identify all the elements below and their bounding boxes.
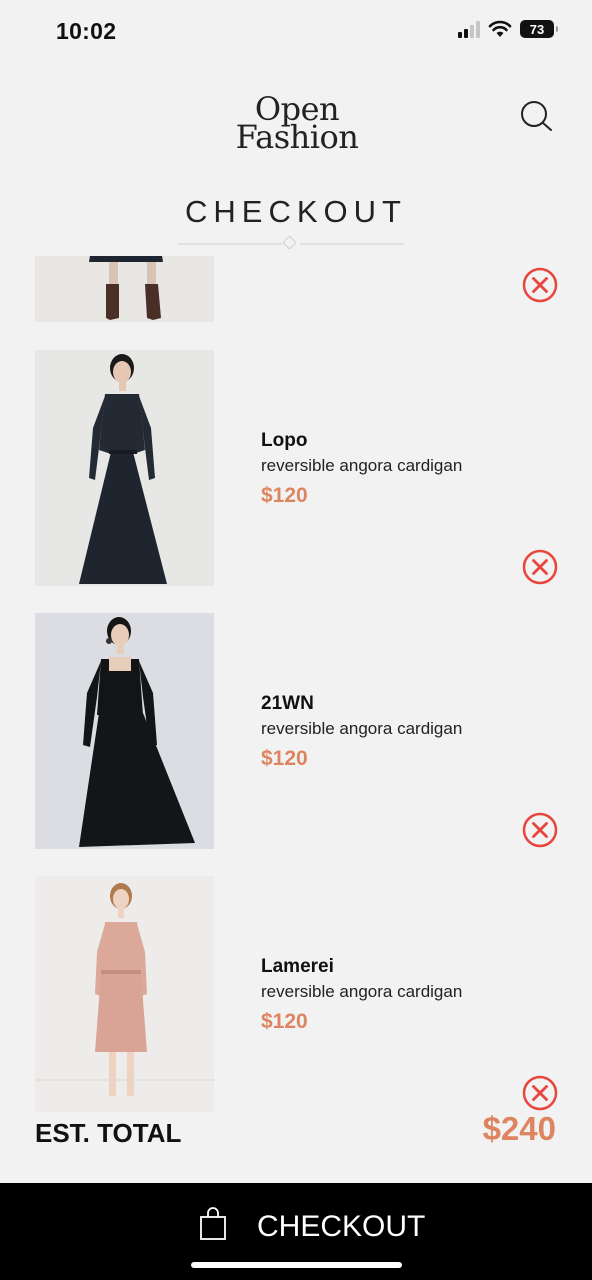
item-info: Lopo reversible angora cardigan $120: [261, 430, 462, 508]
logo-line-2: Fashion: [235, 118, 359, 156]
status-time: 10:02: [56, 18, 117, 44]
product-photo[interactable]: [35, 256, 214, 322]
remove-item-icon[interactable]: [521, 811, 559, 849]
estimated-total-value: $240: [482, 1110, 556, 1147]
checkout-button[interactable]: CHECKOUT: [0, 1183, 592, 1280]
item-brand: 21WN: [261, 693, 314, 714]
product-photo[interactable]: [35, 350, 214, 586]
estimated-total-label: EST. TOTAL: [35, 1118, 182, 1148]
cart-list[interactable]: Lopo reversible angora cardigan $120 21W…: [0, 256, 592, 1114]
item-price: $120: [261, 484, 308, 507]
remove-item-icon[interactable]: [521, 266, 559, 304]
battery-level: 73: [529, 21, 545, 37]
app-logo[interactable]: Open Fashion: [222, 93, 372, 156]
item-price: $120: [261, 1010, 308, 1033]
checkout-button-label: CHECKOUT: [257, 1210, 426, 1243]
cart-item[interactable]: Lamerei reversible angora cardigan $120: [0, 876, 592, 1112]
battery-icon: 73: [520, 20, 558, 38]
page-title: CHECKOUT: [185, 194, 407, 229]
product-photo[interactable]: [35, 613, 214, 849]
shopping-bag-icon: [200, 1207, 226, 1240]
cellular-signal-icon: [458, 20, 480, 38]
item-info: 21WN reversible angora cardigan $120: [261, 693, 462, 771]
product-photo[interactable]: [35, 876, 214, 1112]
status-bar: 10:02 73: [0, 0, 592, 70]
item-brand: Lamerei: [261, 956, 334, 977]
cart-item[interactable]: 21WN reversible angora cardigan $120: [0, 613, 592, 849]
item-brand: Lopo: [261, 430, 308, 451]
cart-item[interactable]: [0, 256, 592, 322]
title-divider: [178, 236, 404, 250]
search-icon[interactable]: [518, 98, 554, 134]
status-icons: 73: [458, 20, 558, 38]
remove-item-icon[interactable]: [521, 1074, 559, 1112]
item-description: reversible angora cardigan: [261, 982, 463, 1001]
item-description: reversible angora cardigan: [261, 719, 463, 738]
item-description: reversible angora cardigan: [261, 456, 463, 475]
item-price: $120: [261, 747, 308, 770]
home-indicator: [191, 1262, 402, 1268]
remove-item-icon[interactable]: [521, 548, 559, 586]
cart-item[interactable]: Lopo reversible angora cardigan $120: [0, 350, 592, 586]
item-info: Lamerei reversible angora cardigan $120: [261, 956, 462, 1034]
wifi-icon: [488, 20, 512, 37]
